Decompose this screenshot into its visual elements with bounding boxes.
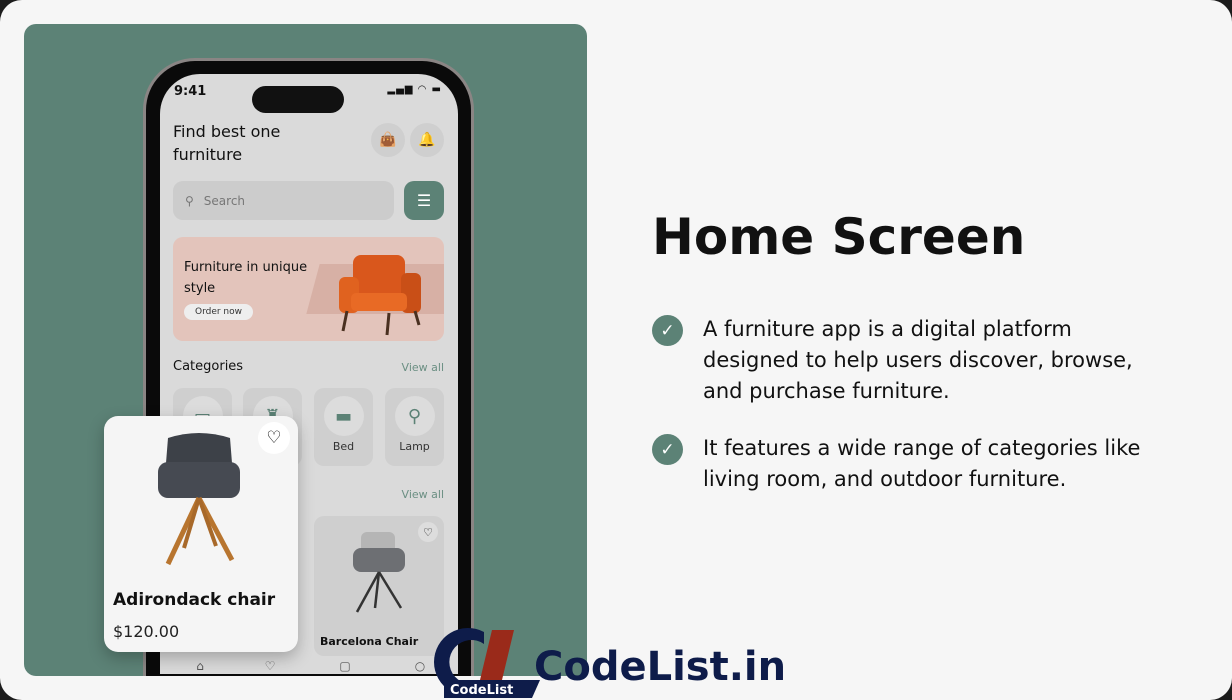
cart-button[interactable]: 👜 bbox=[371, 123, 405, 157]
featured-product-card[interactable]: ♡ Adirondack chair $120.00 bbox=[104, 416, 298, 652]
nav-home-icon[interactable]: ⌂ bbox=[185, 658, 215, 674]
filter-button[interactable]: ☰ bbox=[404, 181, 444, 220]
bullet-text: A furniture app is a digital platform de… bbox=[703, 317, 1133, 403]
order-now-button[interactable]: Order now bbox=[184, 304, 254, 320]
slide: 9:41 ▂▄▆ ◠ ▬ Find best one furniture 👜 🔔… bbox=[0, 0, 1232, 700]
slide-title: Home Screen bbox=[652, 208, 1026, 266]
category-lamp[interactable]: ⚲ Lamp bbox=[385, 388, 444, 466]
nav-heart-icon[interactable]: ♡ bbox=[255, 658, 285, 674]
nav-cart-icon[interactable]: ▢ bbox=[330, 658, 360, 674]
bed-icon: ▬ bbox=[323, 396, 364, 436]
svg-text:CodeList: CodeList bbox=[450, 683, 513, 698]
codelist-logo: CodeList CodeList.in bbox=[434, 628, 786, 698]
shopping-bag-icon: 👜 bbox=[379, 132, 397, 148]
armchair-image bbox=[339, 255, 421, 336]
heart-icon[interactable]: ♡ bbox=[258, 422, 290, 454]
categories-view-all[interactable]: View all bbox=[402, 361, 444, 374]
notifications-button[interactable]: 🔔 bbox=[410, 123, 444, 157]
bullet-text: It features a wide range of categories l… bbox=[703, 436, 1141, 491]
category-label: Bed bbox=[332, 440, 355, 453]
status-icons: ▂▄▆ ◠ ▬ bbox=[387, 84, 442, 95]
bell-icon: 🔔 bbox=[418, 132, 436, 148]
category-bed[interactable]: ▬ Bed bbox=[314, 388, 373, 466]
product-name: Barcelona Chair bbox=[320, 635, 419, 648]
banner-title: Furniture in unique style bbox=[184, 260, 308, 296]
search-icon: ⚲ bbox=[185, 193, 194, 208]
sliders-icon: ☰ bbox=[416, 191, 432, 210]
search-input[interactable]: ⚲ Search bbox=[173, 181, 394, 220]
heart-icon[interactable]: ♡ bbox=[418, 522, 438, 542]
home-heading: Find best one furniture bbox=[173, 122, 281, 164]
products-view-all[interactable]: View all bbox=[402, 488, 444, 501]
promo-banner[interactable]: Furniture in unique style Order now bbox=[173, 237, 444, 341]
search-placeholder: Search bbox=[203, 193, 246, 208]
status-time: 9:41 bbox=[174, 84, 207, 99]
check-icon: ✓ bbox=[652, 315, 683, 346]
category-label: Lamp bbox=[399, 440, 430, 453]
lamp-icon: ⚲ bbox=[394, 396, 435, 436]
check-icon: ✓ bbox=[652, 434, 683, 465]
svg-text:CodeList.in: CodeList.in bbox=[534, 644, 786, 690]
chair-image bbox=[353, 532, 405, 613]
featured-product-price: $120.00 bbox=[113, 622, 180, 641]
dynamic-island bbox=[252, 86, 344, 113]
bullet-item: ✓ A furniture app is a digital platform d… bbox=[652, 314, 1172, 407]
featured-product-name: Adirondack chair bbox=[113, 590, 276, 610]
categories-title: Categories bbox=[173, 359, 244, 374]
armchair-image bbox=[158, 433, 240, 566]
bullet-item: ✓ It features a wide range of categories … bbox=[652, 433, 1172, 495]
